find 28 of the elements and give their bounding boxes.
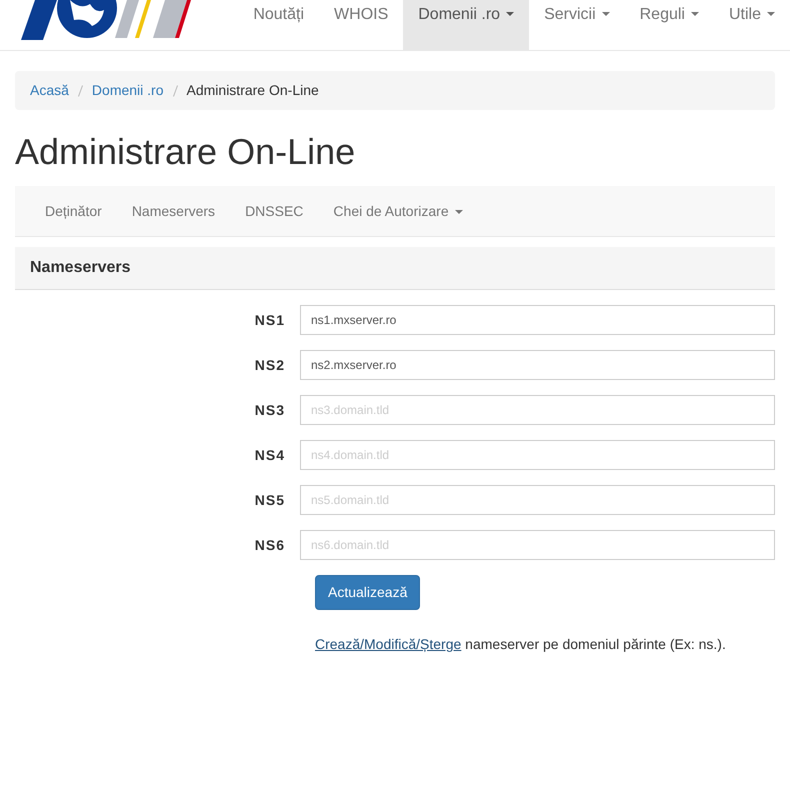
subnav-link[interactable]: Deținător [30, 200, 117, 222]
nameserver-input[interactable]: ns1.mxserver.ro [300, 305, 775, 336]
help-text: Crează/Modifică/Șterge nameserver pe domeniul părinte (Ex: ns.). [315, 635, 727, 654]
update-button[interactable]: Actualizează [315, 575, 420, 610]
nav-link-item[interactable]: Utile [714, 0, 790, 50]
nameserver-input[interactable]: ns2.mxserver.ro [300, 350, 775, 380]
field-label: NS6 [254, 536, 286, 555]
subnav-link[interactable]: Nameservers [116, 200, 230, 222]
nav-link-item[interactable]: Noutăți [238, 0, 320, 50]
subnav-link[interactable]: DNSSEC [230, 200, 318, 222]
field-label: NS3 [254, 400, 286, 420]
field-label: NS2 [254, 356, 286, 375]
separator-icon [78, 84, 83, 96]
field-label: NS5 [254, 490, 286, 510]
nav-link-item[interactable]: WHOIS [319, 0, 404, 50]
edit-nameserver-link[interactable]: Crează/Modifică/Șterge [315, 636, 462, 652]
breadcrumb-current: Administrare On-Line [186, 81, 319, 100]
field-label: NS1 [254, 310, 286, 330]
nav-link-item[interactable]: Domenii .ro [403, 0, 530, 50]
subnav-link[interactable]: Chei de Autorizare [318, 200, 478, 222]
panel-heading: Nameservers [15, 247, 775, 290]
nav-link-item[interactable]: Servicii [529, 0, 625, 50]
page-title: Administrare On-Line [15, 130, 356, 174]
field-label: NS4 [254, 446, 286, 465]
breadcrumb-link[interactable]: Acasă [30, 80, 69, 101]
nav-link-item[interactable]: Reguli [624, 0, 714, 50]
separator-icon [172, 84, 178, 96]
breadcrumb-link[interactable]: Domenii .ro [92, 80, 164, 101]
